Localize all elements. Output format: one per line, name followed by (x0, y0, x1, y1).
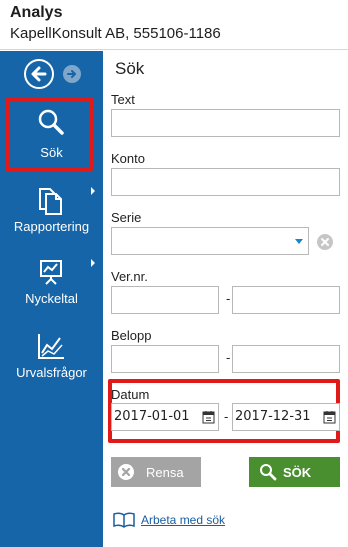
range-separator: - (226, 291, 231, 306)
sidebar-item-nyckeltal[interactable]: Nyckeltal (0, 255, 103, 315)
search-panel: Sök Text Konto Serie Ver.nr. - Belopp - … (103, 51, 348, 547)
search-button[interactable]: SÖK (249, 457, 340, 487)
sidebar-item-rapportering[interactable]: Rapportering (0, 183, 103, 243)
back-button[interactable] (24, 59, 54, 89)
datum-to-input[interactable]: 2017-12-31 (232, 403, 340, 431)
arrow-left-circle-icon (31, 66, 47, 82)
konto-input[interactable] (111, 168, 340, 196)
datum-from-input[interactable]: 2017-01-01 (111, 403, 219, 431)
datum-to-value: 2017-12-31 (235, 409, 311, 424)
range-separator: - (224, 409, 229, 424)
submenu-arrow-icon (91, 259, 95, 267)
search-button-label: SÖK (283, 465, 312, 480)
serie-clear-button[interactable] (317, 234, 333, 250)
calendar-icon[interactable] (323, 410, 336, 424)
serie-dropdown-button[interactable] (288, 228, 310, 254)
vernr-to-input[interactable] (232, 286, 340, 314)
close-circle-icon (118, 464, 134, 480)
book-icon (113, 512, 135, 528)
text-input[interactable] (111, 109, 340, 137)
title-bar: Analys KapellKonsult AB, 555106-1186 (0, 0, 348, 50)
konto-label: Konto (111, 151, 145, 166)
close-icon (321, 238, 329, 246)
sidebar-item-sok[interactable]: Sök (0, 97, 103, 171)
search-icon (260, 464, 277, 481)
belopp-label: Belopp (111, 328, 152, 343)
search-icon (38, 109, 64, 135)
page-title: Sök (115, 59, 145, 78)
sidebar-item-label: Sök (40, 145, 63, 160)
belopp-to-input[interactable] (232, 345, 340, 373)
range-separator: - (226, 350, 231, 365)
serie-label: Serie (111, 210, 142, 225)
clear-button-label: Rensa (146, 465, 184, 480)
calendar-icon[interactable] (202, 410, 215, 424)
sidebar-item-label: Urvalsfrågor (16, 365, 87, 380)
belopp-from-input[interactable] (111, 345, 219, 373)
document-icon (39, 188, 62, 215)
help-link-label: Arbeta med sök (141, 513, 226, 527)
sidebar-item-label: Rapportering (13, 219, 90, 234)
serie-select[interactable] (111, 227, 309, 255)
sidebar-item-label: Nyckeltal (25, 291, 78, 306)
line-chart-icon (38, 334, 64, 359)
datum-label: Datum (111, 387, 150, 402)
clear-button[interactable]: Rensa (111, 457, 201, 487)
submenu-arrow-icon (91, 187, 95, 195)
sidebar: Sök Rapportering Nyckeltal Urvalsfrågor (0, 51, 103, 547)
text-label: Text (111, 92, 135, 107)
arrow-right-circle-icon (67, 70, 76, 78)
vernr-from-input[interactable] (111, 286, 219, 314)
app-title: Analys (10, 4, 63, 21)
vernr-label: Ver.nr. (111, 269, 148, 284)
presentation-chart-icon (40, 260, 62, 285)
sidebar-item-urvalsfragor[interactable]: Urvalsfrågor (0, 329, 103, 389)
datum-from-value: 2017-01-01 (114, 409, 190, 424)
forward-button[interactable] (63, 65, 81, 83)
chevron-down-icon (295, 239, 303, 244)
company-name: KapellKonsult AB, 555106-1186 (10, 25, 221, 42)
